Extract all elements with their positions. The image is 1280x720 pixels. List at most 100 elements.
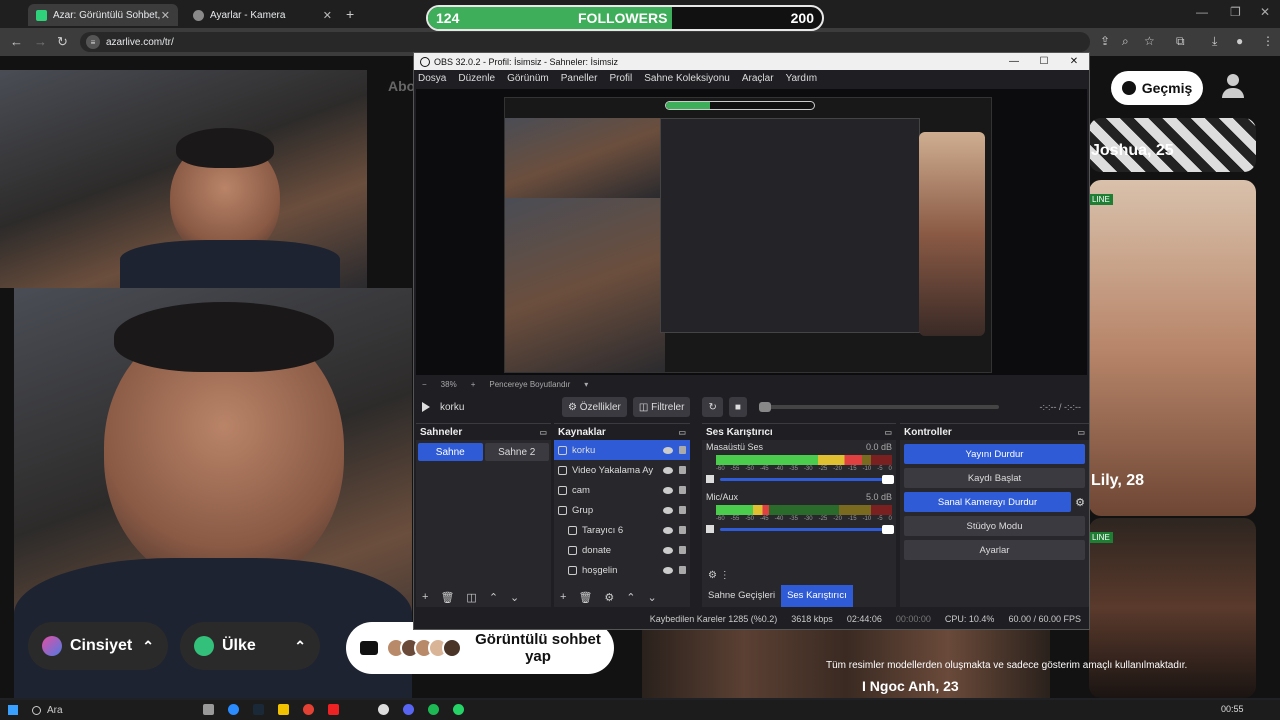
extensions-icon[interactable]: ⧉ — [1176, 34, 1185, 49]
stop-virtual-camera-button[interactable]: Sanal Kamerayı Durdur — [904, 492, 1071, 512]
minimize-icon[interactable]: — — [1196, 5, 1208, 19]
site-info-icon[interactable]: ≡ — [86, 35, 100, 49]
zoom-out-icon[interactable]: − — [422, 380, 427, 389]
close-icon[interactable]: ✕ — [1059, 56, 1089, 67]
scene-item[interactable]: Sahne 2 — [484, 443, 549, 461]
restart-icon[interactable]: ↻ — [702, 397, 723, 417]
scene-item[interactable]: Sahne — [418, 443, 483, 461]
new-tab-button[interactable]: + — [346, 6, 354, 22]
menu-help[interactable]: Yardım — [786, 73, 818, 84]
properties-button[interactable]: ⚙ Özellikler — [562, 397, 627, 417]
dock-options-icon[interactable]: ▭ — [678, 428, 686, 437]
gender-filter-button[interactable]: Cinsiyet ⌃ — [28, 622, 168, 670]
task-view-icon[interactable] — [203, 704, 214, 715]
chevron-down-icon[interactable]: ▾ — [584, 380, 588, 389]
source-item[interactable]: hoşgelin — [554, 560, 690, 580]
menu-view[interactable]: Görünüm — [507, 73, 549, 84]
eye-icon[interactable] — [663, 446, 673, 454]
reload-icon[interactable]: ↻ — [57, 34, 68, 50]
eye-icon[interactable] — [663, 486, 673, 494]
lock-icon[interactable] — [679, 506, 686, 514]
maximize-icon[interactable]: ❐ — [1230, 5, 1241, 19]
maximize-icon[interactable]: ☐ — [1029, 56, 1059, 67]
source-item[interactable]: cam — [554, 480, 690, 500]
source-item[interactable]: korku — [554, 440, 690, 460]
menu-profile[interactable]: Profil — [609, 73, 632, 84]
bookmark-star-icon[interactable]: ☆ — [1144, 34, 1155, 48]
steam-icon[interactable] — [253, 704, 264, 715]
volume-slider[interactable] — [706, 474, 894, 484]
back-icon[interactable]: ← — [10, 34, 23, 49]
add-icon[interactable]: + — [422, 591, 428, 603]
url-field[interactable]: ≡ azarlive.com/tr/ — [80, 32, 1090, 52]
studio-mode-button[interactable]: Stüdyo Modu — [904, 516, 1085, 536]
source-item[interactable]: donate — [554, 540, 690, 560]
move-up-icon[interactable]: ⌃ — [626, 591, 635, 604]
user-profile-icon[interactable] — [1222, 74, 1244, 100]
move-up-icon[interactable]: ⌃ — [489, 591, 498, 604]
forward-icon[interactable]: → — [34, 34, 47, 49]
spotify-icon[interactable] — [428, 704, 439, 715]
model-card-third[interactable]: LINE — [1089, 518, 1256, 698]
mixer-settings-icon[interactable]: ⚙ ⋮ — [708, 570, 730, 581]
source-item[interactable]: Tarayıcı 6 — [554, 520, 690, 540]
eye-icon[interactable] — [663, 506, 673, 514]
tab-azar[interactable]: Azar: Görüntülü Sohbet, Ye ✕ — [28, 4, 178, 26]
lock-icon[interactable] — [679, 566, 686, 574]
lock-icon[interactable] — [679, 486, 686, 494]
country-filter-button[interactable]: Ülke ⌃ — [180, 622, 320, 670]
menu-docks[interactable]: Paneller — [561, 73, 598, 84]
lock-icon[interactable] — [679, 546, 686, 554]
menu-scene-collection[interactable]: Sahne Koleksiyonu — [644, 73, 730, 84]
whatsapp-icon[interactable] — [453, 704, 464, 715]
tab-audio-mixer[interactable]: Ses Karıştırıcı — [781, 585, 853, 607]
menu-kebab-icon[interactable]: ⋮ — [1262, 34, 1274, 48]
dock-options-icon[interactable]: ▭ — [884, 428, 892, 437]
close-tab-icon[interactable]: ✕ — [161, 9, 170, 22]
install-app-icon[interactable]: ⇪ — [1100, 34, 1110, 48]
dock-options-icon[interactable]: ▭ — [539, 428, 547, 437]
close-tab-icon[interactable]: ✕ — [323, 9, 332, 22]
eye-icon[interactable] — [663, 526, 673, 534]
move-down-icon[interactable]: ⌄ — [648, 591, 657, 604]
taskbar-search[interactable]: Ara — [32, 705, 63, 716]
trash-icon[interactable]: 🗑 — [578, 591, 592, 604]
minimize-icon[interactable]: — — [999, 56, 1029, 67]
lock-icon[interactable] — [679, 446, 686, 454]
media-seek-slider[interactable] — [758, 402, 999, 412]
volume-slider[interactable] — [706, 524, 894, 534]
obs-preview[interactable] — [416, 89, 1087, 375]
menu-edit[interactable]: Düzenle — [458, 73, 495, 84]
add-icon[interactable]: + — [560, 591, 566, 603]
stop-icon[interactable]: ■ — [728, 397, 747, 417]
eye-icon[interactable] — [663, 566, 673, 574]
close-window-icon[interactable]: ✕ — [1260, 5, 1270, 19]
lock-icon[interactable] — [679, 466, 686, 474]
menu-file[interactable]: Dosya — [418, 73, 446, 84]
file-explorer-icon[interactable] — [278, 704, 289, 715]
gear-icon[interactable]: ⚙ — [604, 591, 614, 604]
edge-icon[interactable] — [228, 704, 239, 715]
youtube-icon[interactable] — [328, 704, 339, 715]
dock-options-icon[interactable]: ▭ — [1077, 428, 1085, 437]
start-recording-button[interactable]: Kaydı Başlat — [904, 468, 1085, 488]
model-card-joshua[interactable]: Joshua, 25 — [1089, 118, 1256, 172]
filters-button[interactable]: ◫ Filtreler — [632, 397, 691, 417]
lock-icon[interactable] — [679, 526, 686, 534]
menu-tools[interactable]: Araçlar — [742, 73, 774, 84]
source-item[interactable]: Video Yakalama Ay — [554, 460, 690, 480]
source-item[interactable]: Grup — [554, 500, 690, 520]
play-icon[interactable] — [422, 402, 430, 412]
obs-taskbar-icon[interactable] — [378, 704, 389, 715]
zoom-mode[interactable]: Pencereye Boyutlandır — [489, 380, 570, 389]
trash-icon[interactable]: 🗑 — [440, 591, 454, 604]
history-button[interactable]: Geçmiş — [1111, 71, 1203, 105]
tab-scene-transitions[interactable]: Sahne Geçişleri — [702, 585, 781, 607]
gear-icon[interactable]: ⚙ — [1071, 496, 1089, 509]
windows-start-icon[interactable] — [8, 705, 18, 715]
zoom-icon[interactable]: ⌕ — [1122, 34, 1129, 49]
eye-icon[interactable] — [663, 466, 673, 474]
discord-icon[interactable] — [403, 704, 414, 715]
profile-avatar-icon[interactable]: ● — [1236, 34, 1243, 48]
chrome-icon[interactable] — [303, 704, 314, 715]
